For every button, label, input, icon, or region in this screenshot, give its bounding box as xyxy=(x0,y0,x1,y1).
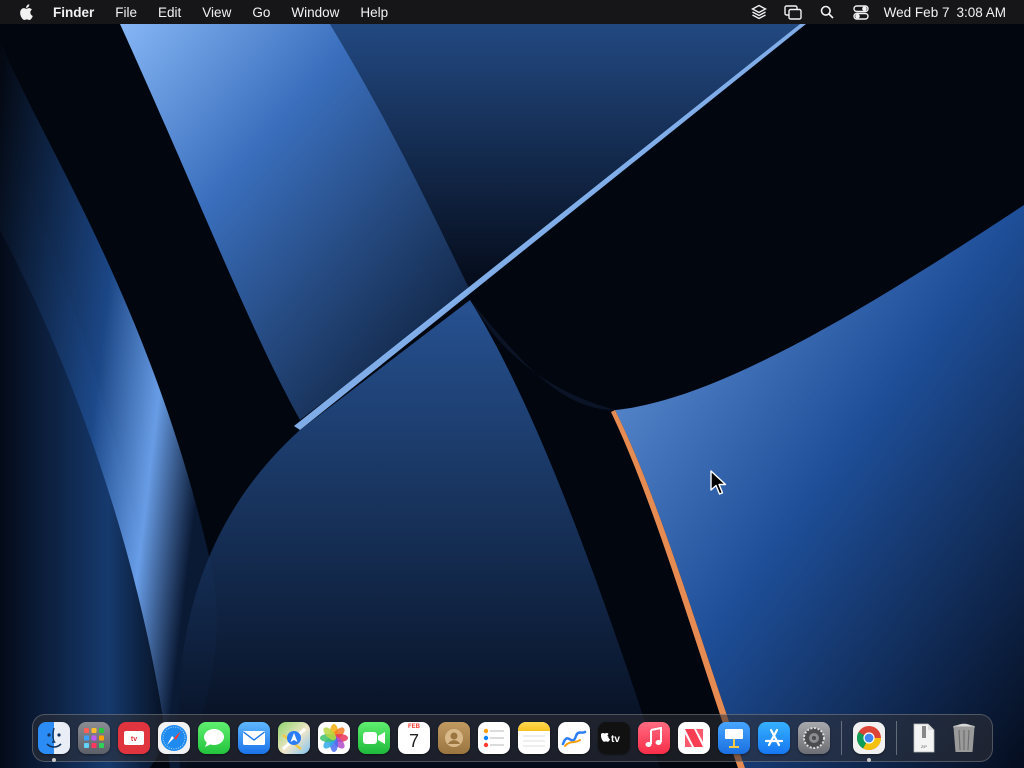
layers-icon[interactable] xyxy=(748,0,770,24)
clock-time: 3:08 AM xyxy=(956,4,1006,20)
menu-go[interactable]: Go xyxy=(252,5,270,20)
tv-remote-icon[interactable]: tv xyxy=(118,722,150,754)
contacts-icon[interactable] xyxy=(438,722,470,754)
menu-view[interactable]: View xyxy=(202,5,231,20)
app-menu-finder[interactable]: Finder xyxy=(53,5,94,20)
screen-mirroring-icon[interactable] xyxy=(782,0,804,24)
zip-file-icon[interactable]: ZIP xyxy=(908,722,940,754)
mouse-pointer-icon xyxy=(710,470,727,495)
running-indicator xyxy=(52,758,56,762)
app-store-icon[interactable] xyxy=(758,722,790,754)
notes-icon[interactable] xyxy=(518,722,550,754)
zip-label: ZIP xyxy=(921,744,928,749)
music-icon[interactable] xyxy=(638,722,670,754)
trash-icon[interactable] xyxy=(948,722,980,754)
launchpad-icon[interactable] xyxy=(78,722,110,754)
messages-icon[interactable] xyxy=(198,722,230,754)
finder-icon xyxy=(38,722,70,754)
calendar-month: FEB xyxy=(408,724,420,730)
mail-icon[interactable] xyxy=(238,722,270,754)
clock-date: Wed Feb 7 xyxy=(883,4,950,20)
freeform-icon[interactable] xyxy=(558,722,590,754)
control-center-icon[interactable] xyxy=(850,0,872,24)
menu-bar: Finder File Edit View Go Window Help Wed… xyxy=(0,0,1024,24)
calendar-icon[interactable]: FEB 7 xyxy=(398,722,430,754)
dock: tv FEB 7 tv ZIP xyxy=(32,714,993,762)
running-indicator xyxy=(867,758,871,762)
menu-bar-clock[interactable]: Wed Feb 7 3:08 AM xyxy=(884,5,1006,20)
photos-icon[interactable] xyxy=(318,722,350,754)
safari-icon[interactable] xyxy=(158,722,190,754)
tv-label: tv xyxy=(611,734,620,745)
spotlight-search-icon[interactable] xyxy=(816,0,838,24)
desktop-wallpaper xyxy=(0,0,1024,768)
apple-menu-icon[interactable] xyxy=(17,0,35,24)
dock-item-finder[interactable] xyxy=(38,722,70,762)
calendar-day: 7 xyxy=(408,731,419,751)
svg-text:tv: tv xyxy=(131,736,137,743)
reminders-icon[interactable] xyxy=(478,722,510,754)
menu-window[interactable]: Window xyxy=(291,5,339,20)
settings-gear-icon[interactable] xyxy=(798,722,830,754)
facetime-icon[interactable] xyxy=(358,722,390,754)
menu-file[interactable]: File xyxy=(115,5,137,20)
chrome-icon xyxy=(853,722,885,754)
menu-help[interactable]: Help xyxy=(360,5,388,20)
apple-tv-icon[interactable]: tv xyxy=(598,722,630,754)
maps-icon[interactable] xyxy=(278,722,310,754)
menu-edit[interactable]: Edit xyxy=(158,5,181,20)
dock-separator xyxy=(896,721,897,755)
dock-separator xyxy=(841,721,842,755)
keynote-icon[interactable] xyxy=(718,722,750,754)
dock-item-chrome[interactable] xyxy=(853,722,885,762)
news-icon[interactable] xyxy=(678,722,710,754)
